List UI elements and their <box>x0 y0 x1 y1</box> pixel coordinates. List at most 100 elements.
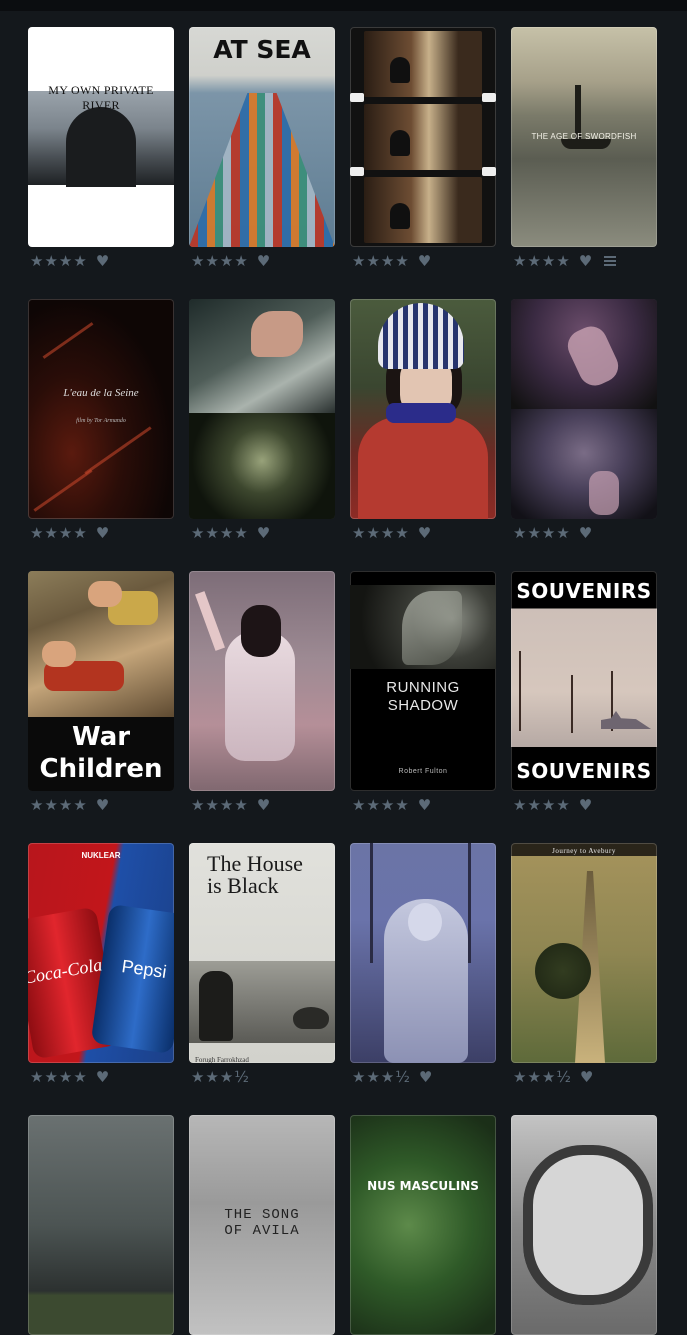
poster-title: THE SONG OF AVILA <box>224 1207 300 1239</box>
star-rating: ★★★★ <box>352 796 410 814</box>
heart-icon: ♥ <box>578 252 593 270</box>
film-meta: ★★★★ ♥ <box>511 519 657 547</box>
poster-figure <box>88 581 122 607</box>
film-poster[interactable] <box>350 299 496 519</box>
film-poster[interactable]: THE AGE OF SWORDFISH <box>511 27 657 247</box>
film-card[interactable]: SOUVENIRS SOUVENIRS ★★★★ ♥ <box>511 571 657 819</box>
film-card[interactable]: The House is Black Forugh Farrokhzad ★★★… <box>189 843 335 1091</box>
film-poster[interactable]: NUKLEAR Coca-Cola Pepsi <box>28 843 174 1063</box>
film-meta: ★★★½ ♥ <box>511 1063 657 1091</box>
poster-title: AT SEA <box>213 35 311 64</box>
film-meta: ★★★★ ♥ <box>28 1063 174 1091</box>
sprocket-hole <box>350 93 364 102</box>
film-poster[interactable]: NUS MASCULINS <box>350 1115 496 1335</box>
poster-figure <box>408 903 442 941</box>
poster-texture <box>468 843 471 963</box>
star-rating: ★★★★ <box>513 524 571 542</box>
star-rating: ★★★★ <box>352 524 410 542</box>
poster-figure <box>42 641 76 667</box>
film-card[interactable]: THE AGE OF SWORDFISH ★★★★ ♥ <box>511 27 657 275</box>
film-poster[interactable] <box>350 27 496 247</box>
film-poster[interactable]: THE SONG OF AVILA <box>189 1115 335 1335</box>
poster-figure <box>386 403 456 423</box>
heart-icon: ♥ <box>256 252 271 270</box>
poster-texture <box>571 675 573 733</box>
film-card[interactable]: ★★★★ ♥ <box>189 571 335 819</box>
poster-figure <box>195 591 225 651</box>
film-card[interactable]: ★★★★ ♥ <box>511 299 657 547</box>
heart-icon: ♥ <box>417 252 432 270</box>
poster-title: War Children <box>39 722 163 784</box>
film-card[interactable]: ★★★★ ♥ <box>350 27 496 275</box>
poster-figure <box>390 57 410 83</box>
film-card[interactable]: NUKLEAR Coca-Cola Pepsi ★★★★ ♥ <box>28 843 174 1091</box>
heart-icon: ♥ <box>256 524 271 542</box>
film-card[interactable] <box>511 1115 657 1335</box>
film-poster[interactable]: SOUVENIRS SOUVENIRS <box>511 571 657 791</box>
film-frame <box>364 31 482 97</box>
film-meta: ★★★★ ♥ <box>28 519 174 547</box>
film-frame <box>364 104 482 170</box>
film-card[interactable]: War Children ★★★★ ♥ <box>28 571 174 819</box>
star-rating: ★★★★ <box>30 1068 88 1086</box>
film-poster[interactable] <box>189 299 335 519</box>
poster-figure <box>390 203 410 229</box>
film-poster[interactable]: War Children <box>28 571 174 791</box>
film-card[interactable]: ★★★★ ♥ <box>350 299 496 547</box>
poster-tag: NUKLEAR <box>81 851 121 860</box>
heart-icon: ♥ <box>95 796 110 814</box>
film-card[interactable]: ★★★★ ♥ <box>189 299 335 547</box>
film-card[interactable]: ★★★½ ♥ <box>350 843 496 1091</box>
film-card[interactable]: NUS MASCULINS <box>350 1115 496 1335</box>
poster-image <box>511 409 657 519</box>
poster-subtitle: Robert Fulton <box>398 768 448 775</box>
film-card[interactable]: L'eau de la Seine film by Tor Armando ★★… <box>28 299 174 547</box>
sprocket-hole <box>482 93 496 102</box>
film-card[interactable]: THE SONG OF AVILA <box>189 1115 335 1335</box>
poster-texture <box>42 322 94 359</box>
star-rating: ★★★★ <box>513 796 571 814</box>
poster-figure <box>358 417 488 519</box>
film-poster[interactable] <box>511 299 657 519</box>
film-poster[interactable]: Journey to Avebury <box>511 843 657 1063</box>
film-poster[interactable]: L'eau de la Seine film by Tor Armando <box>28 299 174 519</box>
poster-figure <box>378 303 464 369</box>
poster-figure <box>66 107 136 187</box>
star-rating: ★★★½ <box>191 1068 250 1086</box>
film-meta: ★★★½ <box>189 1063 335 1091</box>
poster-title: The House is Black <box>207 851 303 898</box>
poster-texture <box>370 843 373 963</box>
film-poster[interactable] <box>511 1115 657 1335</box>
heart-icon: ♥ <box>95 1068 110 1086</box>
poster-image <box>189 93 335 247</box>
film-poster[interactable]: MY OWN PRIVATE RIVER <box>28 27 174 247</box>
film-card[interactable]: RUNNING SHADOW Robert Fulton ★★★★ ♥ <box>350 571 496 819</box>
film-poster[interactable] <box>28 1115 174 1335</box>
film-card[interactable] <box>28 1115 174 1335</box>
heart-icon: ♥ <box>95 252 110 270</box>
poster-figure <box>199 971 233 1041</box>
star-rating: ★★★★ <box>30 524 88 542</box>
film-poster[interactable] <box>189 571 335 791</box>
poster-image <box>189 413 335 519</box>
film-meta: ★★★★ ♥ <box>189 247 335 275</box>
film-card[interactable]: MY OWN PRIVATE RIVER ★★★★ ♥ <box>28 27 174 275</box>
film-poster[interactable]: RUNNING SHADOW Robert Fulton <box>350 571 496 791</box>
star-rating: ★★★★ <box>191 796 249 814</box>
film-meta: ★★★★ ♥ <box>28 791 174 819</box>
star-rating: ★★★½ <box>513 1068 572 1086</box>
film-poster[interactable]: The House is Black Forugh Farrokhzad <box>189 843 335 1063</box>
poster-texture <box>519 651 521 731</box>
star-rating: ★★★½ <box>352 1068 411 1086</box>
star-rating: ★★★★ <box>191 252 249 270</box>
poster-figure <box>241 605 281 657</box>
heart-icon: ♥ <box>417 524 432 542</box>
film-poster[interactable]: AT SEA <box>189 27 335 247</box>
star-rating: ★★★★ <box>352 252 410 270</box>
film-meta: ★★★★ ♥ <box>511 247 657 275</box>
film-poster[interactable] <box>350 843 496 1063</box>
film-card[interactable]: Journey to Avebury ★★★½ ♥ <box>511 843 657 1091</box>
film-card[interactable]: AT SEA ★★★★ ♥ <box>189 27 335 275</box>
poster-title: RUNNING SHADOW <box>386 679 460 714</box>
poster-figure <box>589 471 619 515</box>
